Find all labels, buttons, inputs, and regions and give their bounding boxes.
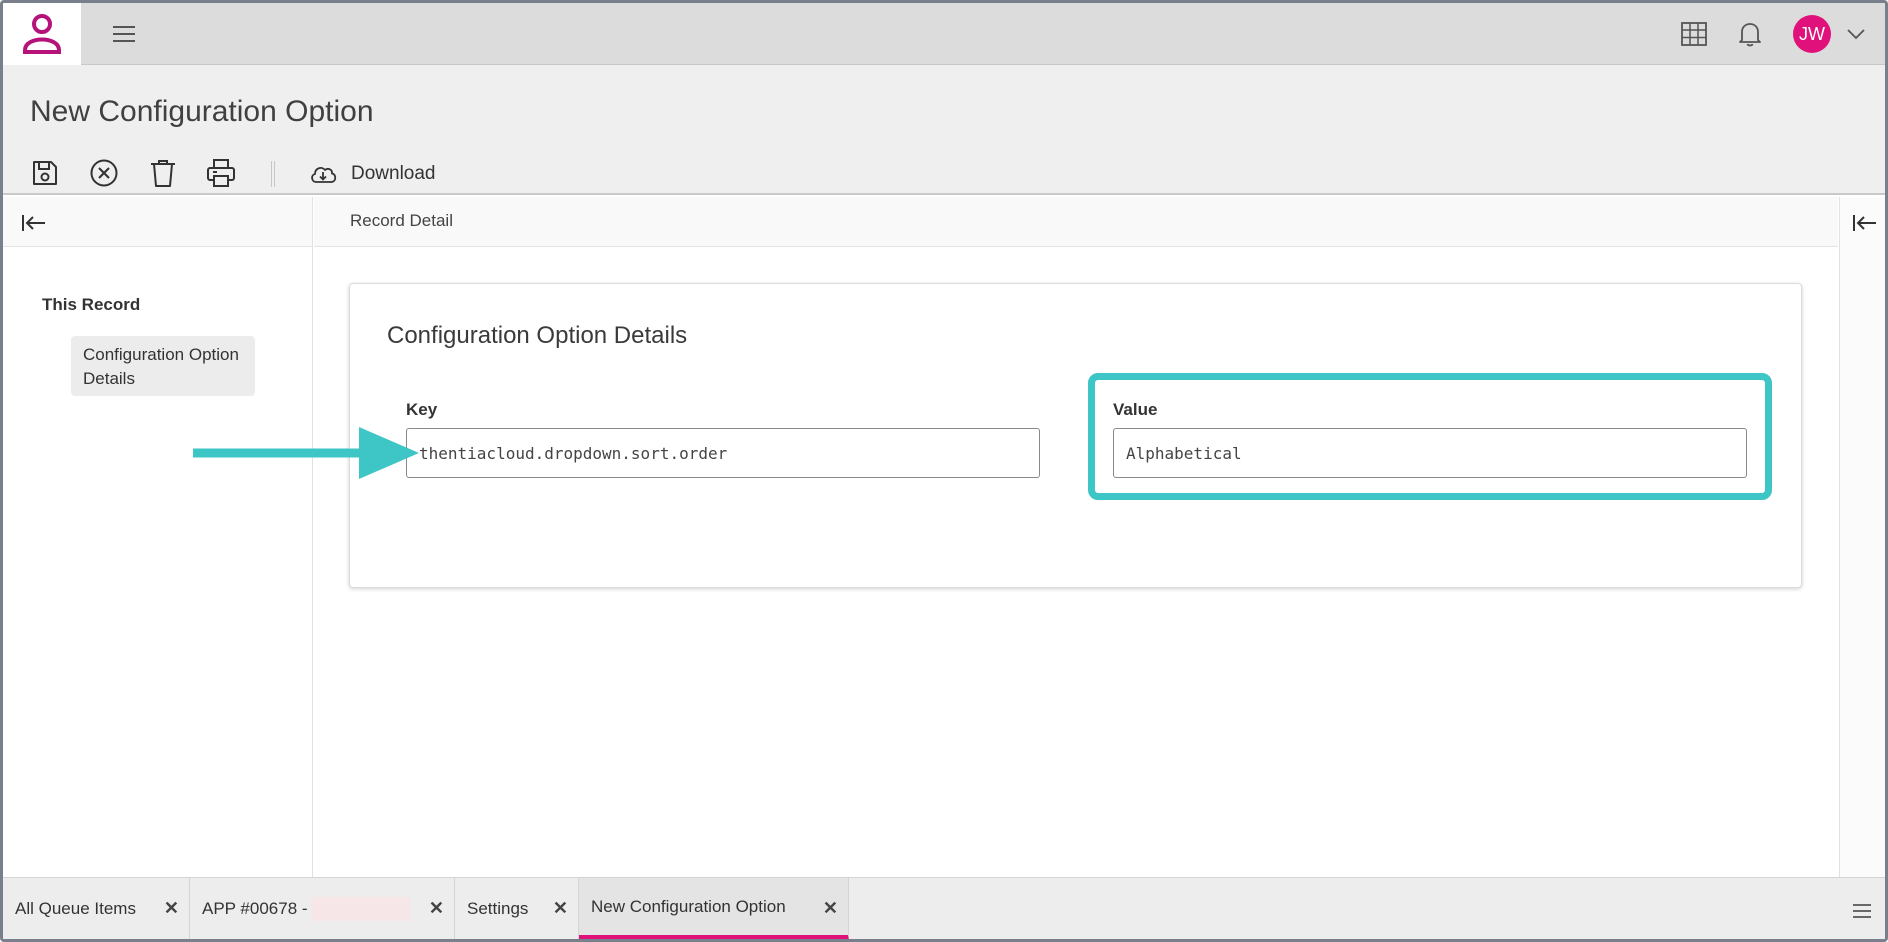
bell-icon [1739, 23, 1761, 47]
key-label: Key [406, 400, 438, 419]
page-title: New Configuration Option [30, 95, 374, 128]
main-menu-button[interactable] [109, 19, 139, 49]
collapse-left-icon [22, 215, 45, 231]
delete-button[interactable] [145, 155, 181, 191]
user-logo-icon [23, 14, 61, 54]
details-card: Configuration Option Details Key Value [349, 283, 1802, 588]
grid-icon [1681, 22, 1707, 46]
tab-all-queue-items[interactable]: All Queue Items ✕ [3, 878, 190, 939]
record-header: New Configuration Option Download [3, 65, 1885, 195]
tab-label: All Queue Items [15, 899, 136, 918]
print-icon [207, 159, 235, 187]
card-title: Configuration Option Details [387, 322, 688, 349]
close-icon[interactable]: ✕ [164, 898, 179, 919]
breadcrumb: Record Detail [350, 211, 453, 230]
save-icon [33, 161, 57, 185]
top-bar: JW [3, 3, 1885, 65]
value-field[interactable] [1113, 428, 1747, 478]
save-button[interactable] [27, 155, 63, 191]
open-tabs-bar: All Queue Items ✕ APP #00678 - ✕ Setting… [3, 877, 1885, 939]
tabs-menu-button[interactable] [1847, 896, 1877, 926]
value-label: Value [1113, 400, 1158, 419]
notifications-button[interactable] [1733, 17, 1767, 51]
account-menu-button[interactable] [1839, 17, 1873, 51]
collapse-right-panel-button[interactable] [1850, 211, 1880, 235]
avatar[interactable]: JW [1793, 15, 1831, 53]
key-field[interactable] [406, 428, 1040, 478]
chevron-down-icon [1847, 29, 1865, 40]
avatar-initials: JW [1799, 23, 1825, 44]
cloud-download-icon [311, 167, 337, 183]
sidebar-header [3, 197, 312, 247]
tab-settings[interactable]: Settings ✕ [455, 878, 579, 939]
tab-label: APP #00678 - [202, 899, 308, 918]
print-button[interactable] [203, 155, 239, 191]
main-header: Record Detail [314, 197, 1838, 247]
download-label: Download [351, 163, 436, 184]
collapse-left-icon [1853, 215, 1876, 231]
tab-label: New Configuration Option [591, 896, 786, 916]
collapse-sidebar-button[interactable] [19, 211, 49, 235]
apps-grid-button[interactable] [1677, 17, 1711, 51]
right-rail [1839, 197, 1885, 877]
hamburger-icon [113, 26, 135, 42]
logo[interactable] [3, 3, 81, 65]
cancel-button[interactable] [86, 155, 122, 191]
delete-icon [151, 160, 175, 187]
close-icon[interactable]: ✕ [823, 898, 838, 919]
record-sidebar: This Record Configuration Option Details [3, 197, 313, 877]
main-content: Record Detail Configuration Option Detai… [314, 197, 1838, 877]
hamburger-icon [1853, 904, 1871, 918]
sidebar-item-configuration-option-details[interactable]: Configuration Option Details [71, 336, 255, 396]
download-button[interactable]: Download [309, 157, 436, 191]
close-icon[interactable]: ✕ [429, 898, 444, 919]
redacted-text [311, 897, 410, 921]
toolbar-divider [271, 161, 275, 187]
tab-app-00678[interactable]: APP #00678 - ✕ [190, 878, 455, 939]
app-window: JW New Configuration Option Download Thi… [0, 0, 1888, 942]
tab-label: Settings [467, 899, 529, 918]
tab-new-configuration-option[interactable]: New Configuration Option ✕ [579, 878, 849, 939]
close-icon[interactable]: ✕ [553, 898, 568, 919]
section-label: This Record [42, 295, 141, 314]
cancel-icon [90, 159, 118, 187]
